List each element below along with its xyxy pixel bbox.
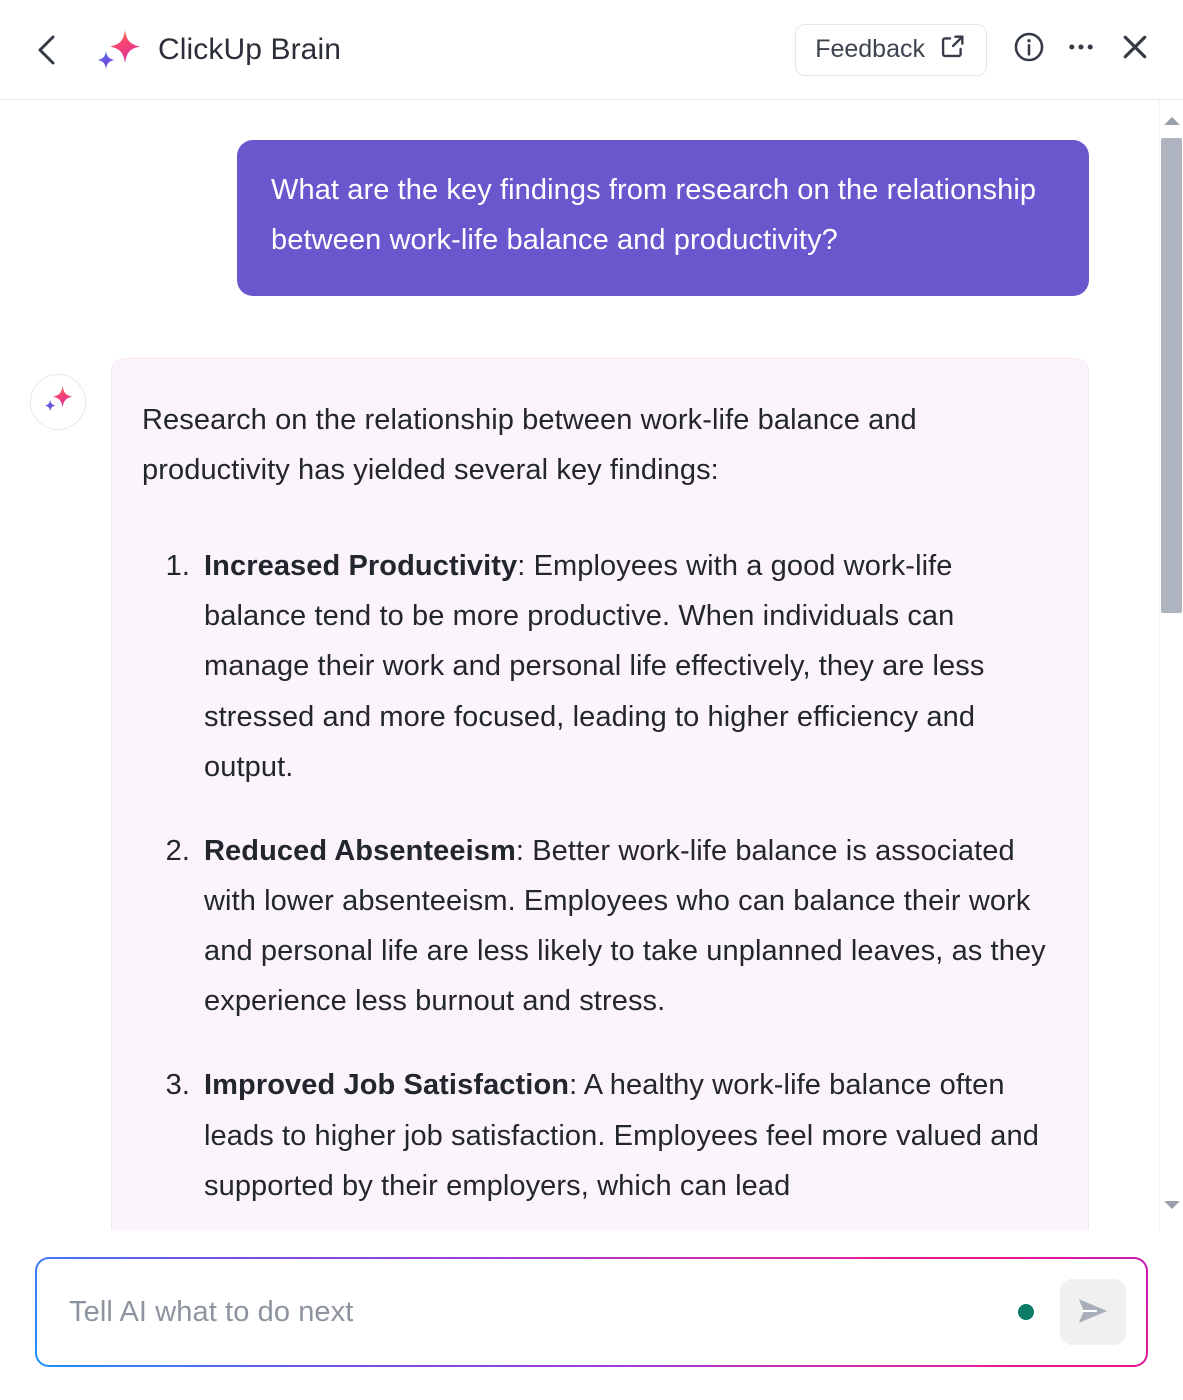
send-icon <box>1074 1292 1112 1333</box>
scrollbar-track[interactable] <box>1160 138 1183 1192</box>
composer-input[interactable] <box>69 1295 1018 1329</box>
scrollbar-thumb[interactable] <box>1160 138 1182 613</box>
chat-scrollbar[interactable] <box>1159 100 1183 1230</box>
list-item-heading: Improved Job Satisfaction <box>204 1069 570 1102</box>
close-button[interactable] <box>1111 26 1159 74</box>
assistant-message-bubble: Research on the relationship between wor… <box>111 357 1089 1230</box>
chevron-left-icon <box>33 33 61 67</box>
chat-area: What are the key findings from research … <box>0 100 1183 1230</box>
chat-scroll-content: What are the key findings from research … <box>0 100 1159 1230</box>
list-item-number: 2. <box>165 834 190 867</box>
list-item-number: 3. <box>165 1069 190 1102</box>
external-link-icon <box>939 32 967 67</box>
scrollbar-down-button[interactable] <box>1160 1192 1183 1222</box>
feedback-button[interactable]: Feedback <box>795 23 987 76</box>
sparkle-icon <box>41 383 75 420</box>
close-icon <box>1117 29 1153 70</box>
panel-title: ClickUp Brain <box>158 32 342 66</box>
info-button[interactable] <box>1005 26 1053 74</box>
send-button[interactable] <box>1060 1279 1126 1345</box>
caret-down-icon <box>1163 1198 1181 1216</box>
caret-up-icon <box>1163 114 1181 132</box>
avatar <box>30 373 86 430</box>
assistant-findings-list: 1. Increased Productivity: Employees wit… <box>142 541 1054 1211</box>
brand-sparkle-icon <box>92 26 144 74</box>
list-item: 1. Increased Productivity: Employees wit… <box>142 541 1054 792</box>
assistant-message-row: Research on the relationship between wor… <box>0 296 1159 1230</box>
composer-area <box>0 1230 1183 1400</box>
status-dot[interactable] <box>1018 1304 1034 1320</box>
panel-header: ClickUp Brain Feedback <box>0 0 1183 100</box>
list-item: 3. Improved Job Satisfaction: A healthy … <box>142 1060 1054 1210</box>
list-item: 2. Reduced Absenteeism: Better work-life… <box>142 826 1054 1027</box>
list-item-heading: Reduced Absenteeism <box>204 834 516 867</box>
feedback-button-label: Feedback <box>815 35 925 63</box>
back-button[interactable] <box>30 33 64 67</box>
composer-gradient-border <box>35 1257 1148 1367</box>
list-item-body: : Employees with a good work-life balanc… <box>204 550 985 783</box>
more-options-button[interactable] <box>1057 26 1105 74</box>
list-item-heading: Increased Productivity <box>204 550 518 583</box>
assistant-intro-paragraph: Research on the relationship between wor… <box>142 403 917 486</box>
user-message-bubble: What are the key findings from research … <box>237 140 1089 296</box>
composer-inner[interactable] <box>37 1259 1146 1365</box>
user-message-row: What are the key findings from research … <box>0 100 1159 296</box>
info-circle-icon <box>1012 30 1046 69</box>
ellipsis-icon <box>1064 30 1098 69</box>
clickup-brain-panel: ClickUp Brain Feedback What are the key … <box>0 0 1183 1400</box>
scrollbar-up-button[interactable] <box>1160 108 1183 138</box>
list-item-number: 1. <box>165 550 190 583</box>
